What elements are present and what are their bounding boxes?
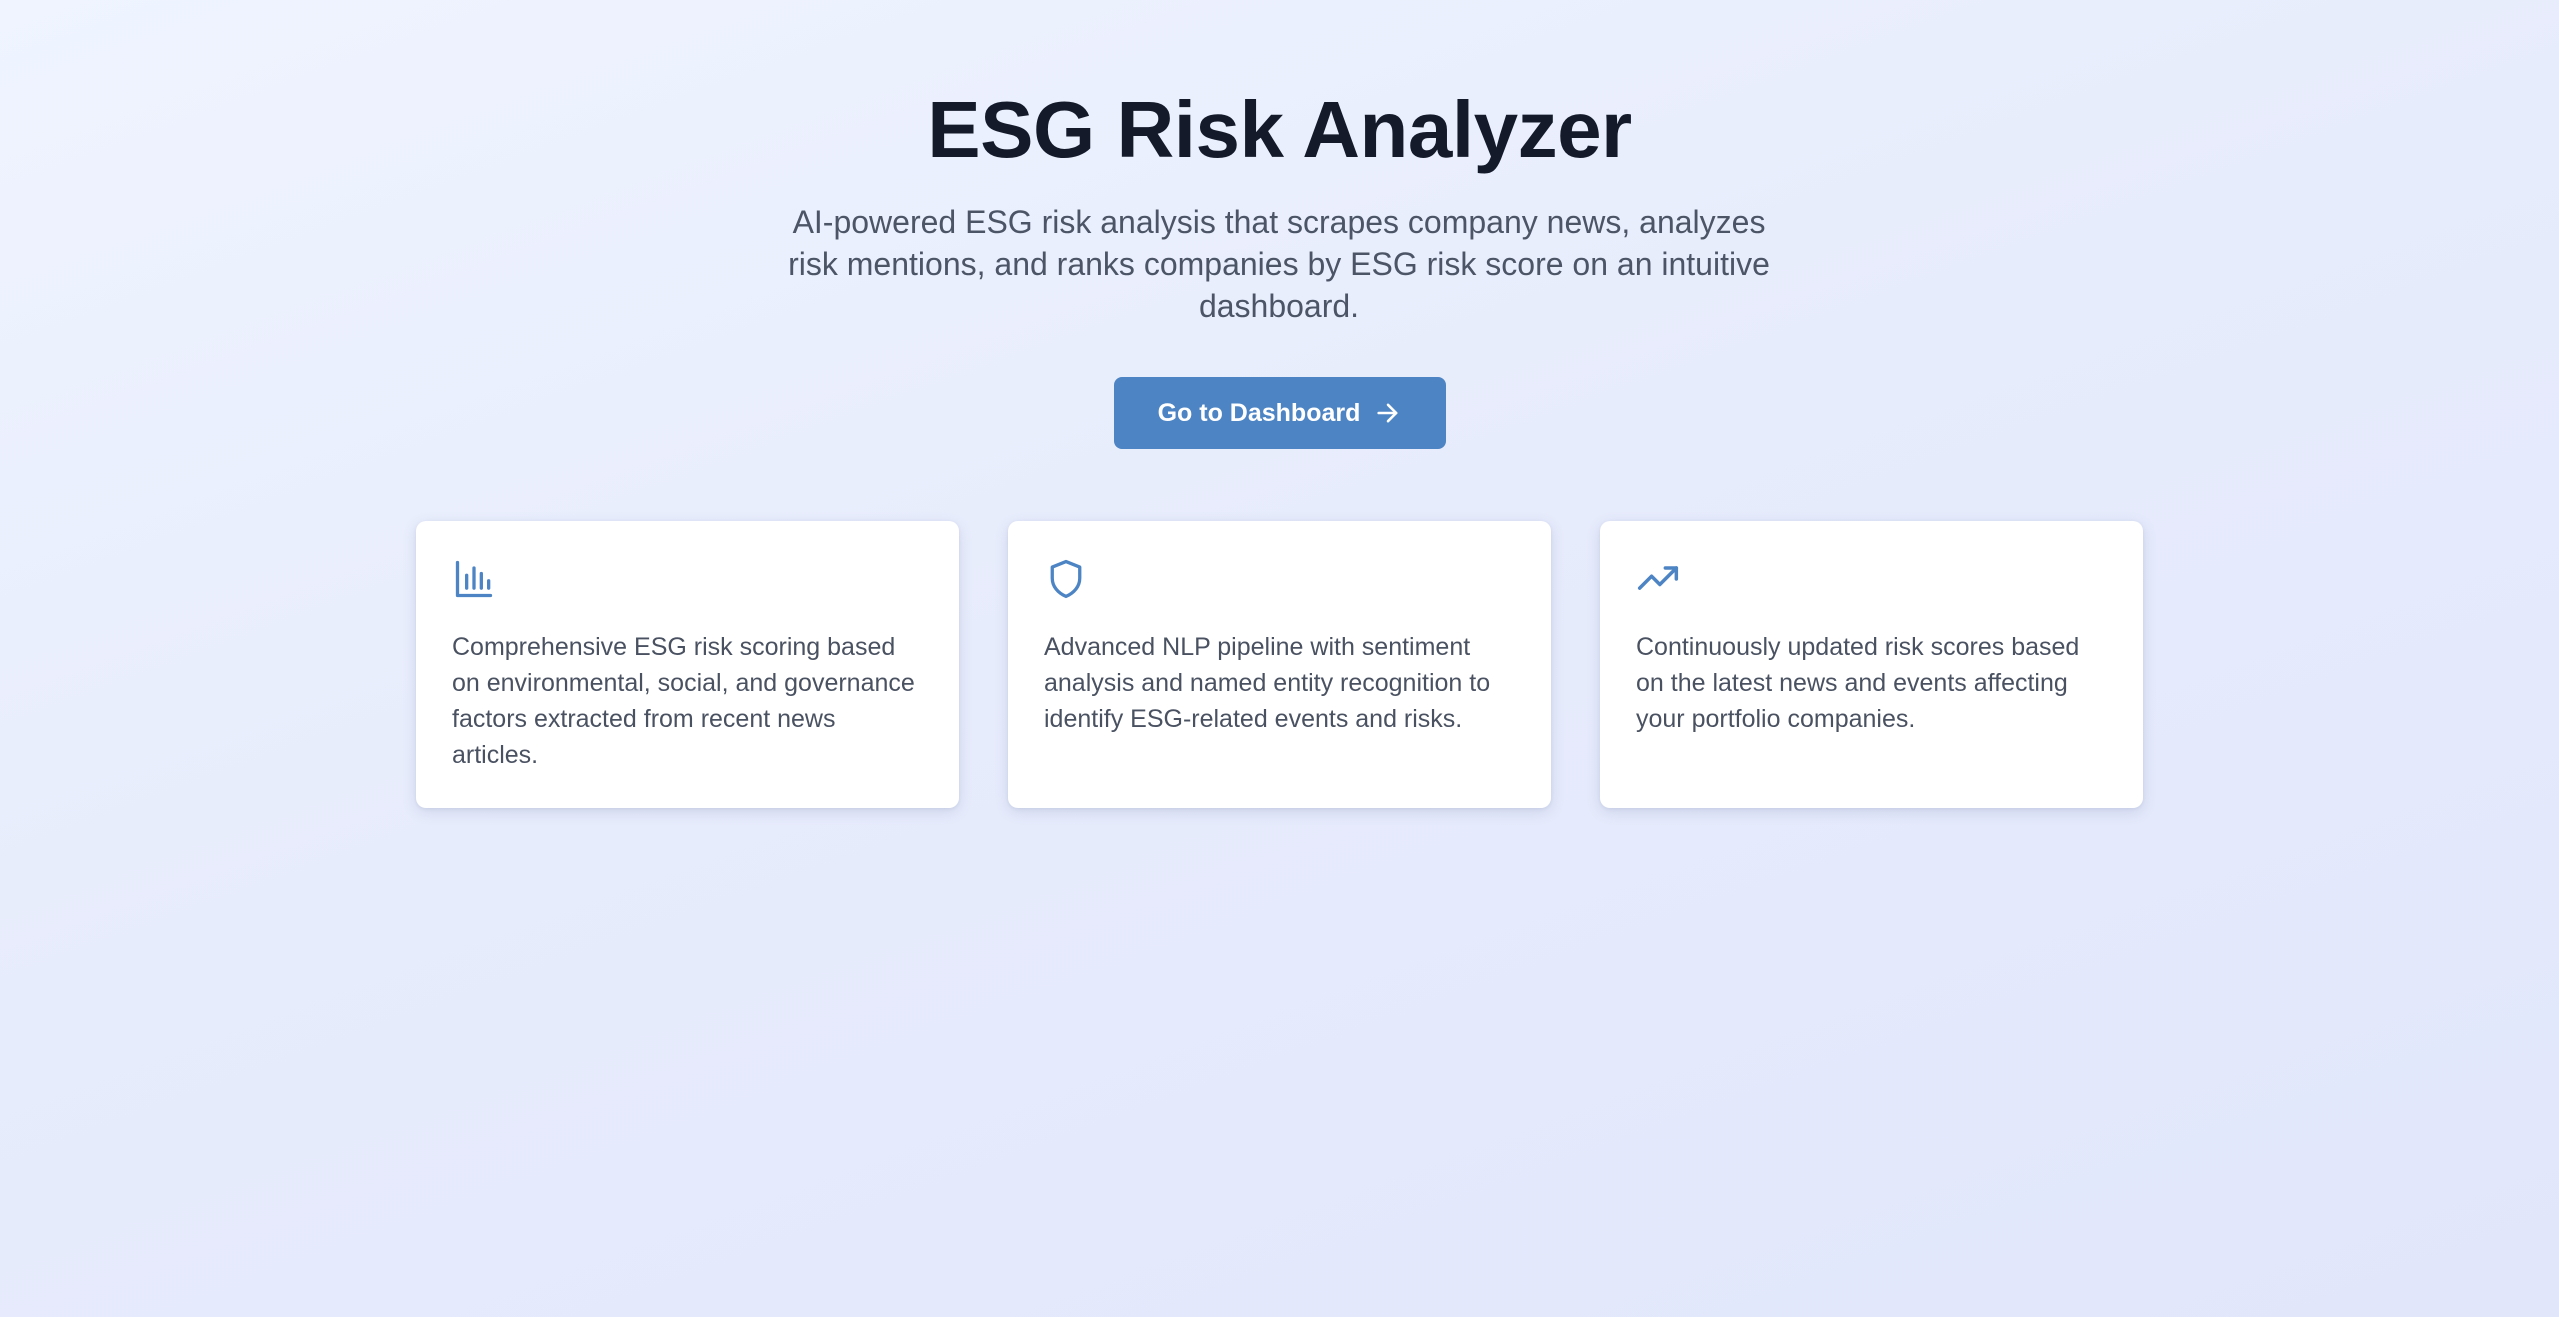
- go-to-dashboard-button[interactable]: Go to Dashboard: [1114, 377, 1446, 449]
- bar-chart-icon: [455, 560, 493, 598]
- page-title: ESG Risk Analyzer: [927, 85, 1632, 174]
- shield-icon: [1050, 559, 1082, 599]
- feature-card-nlp: Advanced NLP pipeline with sentiment ana…: [1008, 521, 1551, 808]
- feature-text: Comprehensive ESG risk scoring based on …: [452, 633, 915, 769]
- feature-card-updates: Continuously updated risk scores based o…: [1600, 521, 2143, 808]
- page-subtitle: AI-powered ESG risk analysis that scrape…: [788, 204, 1770, 324]
- feature-text: Advanced NLP pipeline with sentiment ana…: [1044, 633, 1491, 733]
- feature-card-scoring: Comprehensive ESG risk scoring based on …: [416, 521, 959, 808]
- feature-text: Continuously updated risk scores based o…: [1636, 633, 2080, 733]
- feature-cards: Comprehensive ESG risk scoring based on …: [416, 521, 2143, 808]
- trending-up-icon: [1637, 566, 1679, 590]
- go-to-dashboard-label: Go to Dashboard: [1157, 398, 1361, 427]
- arrow-right-icon: [1377, 403, 1398, 423]
